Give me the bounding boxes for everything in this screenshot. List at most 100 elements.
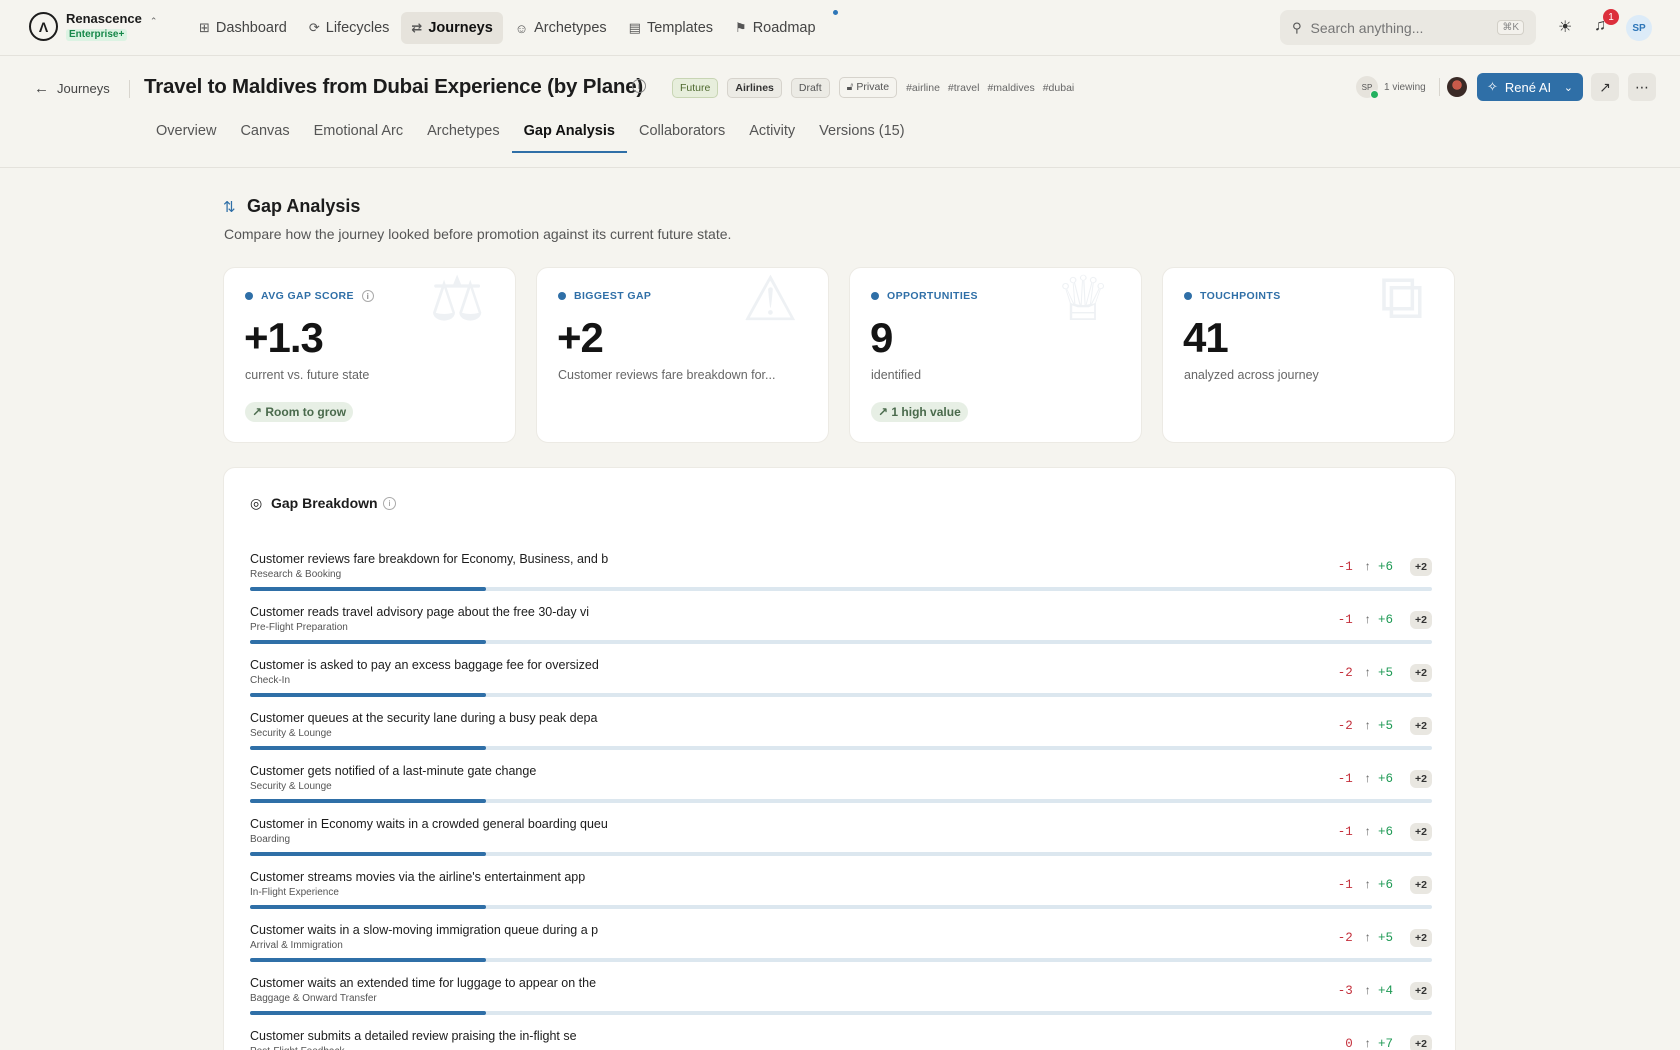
gap-badge: +2 — [1410, 876, 1432, 894]
gap-row[interactable]: Customer is asked to pay an excess bagga… — [250, 658, 1432, 711]
search-box[interactable]: ⚲ ⌘K — [1280, 10, 1536, 45]
tab-overview[interactable]: Overview — [144, 118, 228, 153]
gap-badge: +2 — [1410, 929, 1432, 947]
tab-canvas[interactable]: Canvas — [228, 118, 301, 153]
gap-progress-track — [250, 958, 1432, 962]
search-shortcut: ⌘K — [1497, 20, 1524, 35]
stat-card-opportunities: ♕ OPPORTUNITIES 9 identified ↗ 1 high value — [849, 267, 1142, 443]
touchpoint-title: Customer submits a detailed review prais… — [250, 1029, 577, 1043]
gap-row[interactable]: Customer streams movies via the airline'… — [250, 870, 1432, 923]
back-to-journeys[interactable]: ← Journeys — [34, 80, 110, 97]
gap-row[interactable]: Customer waits in a slow-moving immigrat… — [250, 923, 1432, 976]
tab-emotional-arc[interactable]: Emotional Arc — [302, 118, 415, 153]
gap-row[interactable]: Customer waits an extended time for lugg… — [250, 976, 1432, 1029]
gap-badge: +2 — [1410, 823, 1432, 841]
info-icon[interactable]: i — [361, 290, 374, 302]
theme-toggle-icon[interactable]: ☀ — [1558, 17, 1572, 37]
gap-badge: +2 — [1410, 770, 1432, 788]
nav-templates[interactable]: ▤ Templates — [619, 12, 723, 44]
arrow-up-icon: ↑ — [1363, 878, 1372, 892]
user-avatar[interactable]: SP — [1626, 15, 1652, 41]
tab-gap-analysis[interactable]: Gap Analysis — [511, 118, 628, 153]
info-icon[interactable]: i — [632, 79, 646, 93]
gap-metrics: -3 ↑ +4 +2 — [1331, 982, 1432, 1000]
stage-label: Baggage & Onward Transfer — [250, 993, 377, 1004]
arrow-up-icon: ↑ — [1363, 825, 1372, 839]
gap-progress-track — [250, 799, 1432, 803]
stat-card-avg-gap-score: ⚖ AVG GAP SCORE i +1.3 current vs. future st… — [223, 267, 516, 443]
nav-dashboard[interactable]: ⊞ Dashboard — [189, 12, 297, 44]
nav-label: Archetypes — [534, 20, 607, 36]
gap-progress-track — [250, 905, 1432, 909]
gap-metrics: 0 ↑ +7 +2 — [1331, 1035, 1432, 1050]
gap-progress-track — [250, 852, 1432, 856]
gap-metrics: -1 ↑ +6 +2 — [1331, 876, 1432, 894]
gap-progress-fill — [250, 1011, 487, 1015]
gap-row[interactable]: Customer gets notified of a last-minute … — [250, 764, 1432, 817]
touchpoint-title: Customer gets notified of a last-minute … — [250, 764, 537, 778]
tag: #airline — [906, 81, 940, 94]
future-score: +7 — [1378, 1037, 1394, 1050]
gap-row[interactable]: Customer reads travel advisory page abou… — [250, 605, 1432, 658]
page-title: Travel to Maldives from Dubai Experience… — [144, 75, 644, 98]
stage-label: Arrival & Immigration — [250, 940, 343, 951]
cycle-icon: ⟳ — [308, 20, 320, 35]
viewing-count: 1 viewing — [1384, 81, 1426, 93]
label-dot — [558, 292, 566, 300]
git-compare-icon: ⇅ — [223, 199, 236, 216]
nav-label: Roadmap — [752, 20, 816, 36]
trending-up-icon: ↗ — [878, 405, 892, 419]
gap-progress-fill — [250, 746, 487, 750]
ai-button-label: René AI — [1504, 79, 1552, 95]
update-dot — [830, 8, 840, 17]
gap-progress-track — [250, 746, 1432, 750]
gap-metrics: -1 ↑ +6 +2 — [1331, 611, 1432, 629]
nav-roadmap[interactable]: ⚑ Roadmap — [725, 8, 840, 44]
info-icon[interactable]: i — [383, 497, 396, 510]
workspace-switcher[interactable]: Λ Renascence Enterprise+ ⌃ — [29, 12, 157, 41]
gap-row[interactable]: Customer in Economy waits in a crowded g… — [250, 817, 1432, 870]
current-score: 0 — [1345, 1037, 1353, 1050]
card-watermark-icon: ⚠ — [742, 267, 798, 334]
nav-lifecycles[interactable]: ⟳ Lifecycles — [299, 12, 400, 44]
gap-row[interactable]: Customer submits a detailed review prais… — [250, 1029, 1432, 1050]
current-score: -3 — [1337, 984, 1353, 998]
brand-logo: Λ — [29, 12, 58, 41]
tab-archetypes[interactable]: Archetypes — [415, 118, 512, 153]
gap-row[interactable]: Customer reviews fare breakdown for Econ… — [250, 552, 1432, 605]
card-pill-text: Room to grow — [265, 405, 347, 419]
state-chip: Future — [672, 77, 719, 98]
search-icon: ⚲ — [1292, 19, 1302, 35]
visibility-label: Private — [856, 81, 890, 93]
card-value: 9 — [870, 314, 893, 361]
open-external-button[interactable]: ↗ — [1591, 73, 1619, 101]
gap-progress-fill — [250, 799, 487, 803]
stage-label: In-Flight Experience — [250, 887, 339, 898]
more-options-button[interactable]: ⋯ — [1628, 73, 1656, 101]
nav-archetypes[interactable]: ☺ Archetypes — [505, 12, 617, 44]
rene-ai-button[interactable]: ✧ René AI ⌄ — [1477, 73, 1583, 101]
tab-versions-15[interactable]: Versions (15) — [807, 118, 916, 153]
tab-collaborators[interactable]: Collaborators — [627, 118, 737, 153]
owner-avatar[interactable] — [1447, 77, 1467, 97]
card-subtext: analyzed across journey — [1184, 368, 1319, 382]
current-score: -1 — [1337, 560, 1353, 574]
main-nav: ⊞ Dashboard ⟳ Lifecycles ⇄ Journeys ☺ Archetype… — [189, 8, 840, 44]
stage-label: Research & Booking — [250, 569, 342, 580]
nav-label: Dashboard — [215, 20, 287, 36]
signpost-icon: ⚑ — [735, 20, 747, 35]
search-input[interactable] — [1310, 19, 1498, 36]
viewer-avatar: SP — [1356, 76, 1379, 99]
gap-badge: +2 — [1410, 558, 1432, 576]
gap-row[interactable]: Customer queues at the security lane dur… — [250, 711, 1432, 764]
future-score: +4 — [1378, 984, 1394, 998]
tag: #maldives — [987, 81, 1035, 94]
tab-activity[interactable]: Activity — [737, 118, 807, 153]
arrow-up-icon: ↑ — [1363, 984, 1372, 998]
current-score: -2 — [1337, 931, 1353, 945]
touchpoint-title: Customer in Economy waits in a crowded g… — [250, 817, 608, 831]
gap-badge: +2 — [1410, 611, 1432, 629]
current-score: -1 — [1337, 878, 1353, 892]
nav-journeys[interactable]: ⇄ Journeys — [401, 12, 503, 44]
grid-icon: ⊞ — [199, 20, 210, 35]
